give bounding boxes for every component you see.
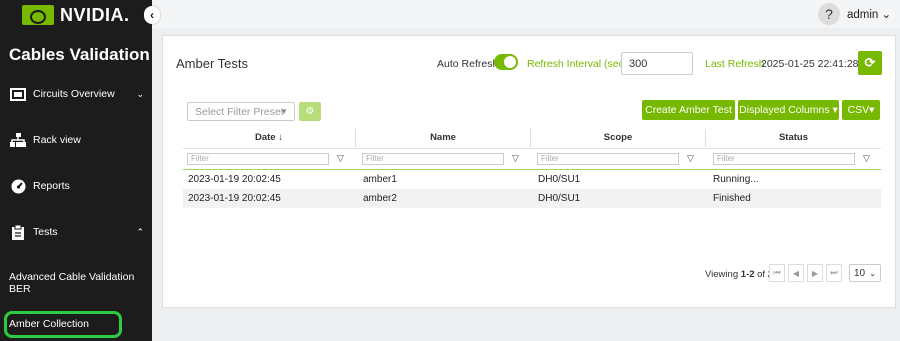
sidebar-subitem-advanced-cable-validation-ber[interactable]: Advanced Cable Validation BER	[9, 271, 152, 295]
last-refresh-label: Last Refresh	[705, 58, 765, 70]
sidebar-item-label: Rack view	[33, 134, 81, 146]
header-divider	[183, 148, 881, 149]
refresh-interval-label: Refresh Interval (sec)	[527, 58, 628, 70]
sidebar-item-rack-view[interactable]: Rack view	[0, 128, 152, 152]
filter-preset-placeholder: Select Filter Preset	[195, 105, 284, 118]
filter-icon[interactable]: ▽	[687, 153, 694, 164]
network-icon	[10, 133, 26, 147]
sidebar-item-label: Circuits Overview	[33, 88, 115, 100]
filter-icon[interactable]: ▽	[337, 153, 344, 164]
help-icon[interactable]: ?	[818, 3, 840, 25]
page-title: Amber Tests	[176, 56, 249, 71]
cell-status: Running...	[713, 174, 759, 185]
app-title: Cables Validation	[9, 45, 150, 64]
sidebar-item-label: Reports	[33, 180, 70, 192]
sidebar-item-circuits-overview[interactable]: Circuits Overview ⌄	[0, 82, 152, 106]
last-page-button[interactable]: ⏭	[826, 264, 842, 282]
cell-scope: DH0/SU1	[538, 193, 581, 204]
filter-input-date[interactable]: Filter	[187, 153, 329, 165]
monitor-icon	[10, 87, 26, 101]
filter-icon[interactable]: ▽	[512, 153, 519, 164]
user-menu[interactable]: admin ⌄	[847, 7, 891, 21]
nvidia-eye-icon	[22, 5, 54, 25]
auto-refresh-label: Auto Refresh	[437, 58, 499, 70]
csv-button[interactable]: CSV▾	[842, 100, 880, 120]
column-header-date[interactable]: Date ↓	[183, 132, 355, 146]
filter-input-name[interactable]: Filter	[362, 153, 504, 165]
cell-name: amber1	[363, 174, 397, 185]
page-size-select[interactable]: 10 ⌄	[849, 264, 881, 282]
table-row[interactable]: 2023-01-19 20:02:45 amber2 DH0/SU1 Finis…	[183, 189, 881, 208]
page-size-value: 10	[854, 267, 866, 279]
cell-status: Finished	[713, 193, 751, 204]
chevron-down-icon: ⌄	[869, 268, 876, 278]
viewing-range: 1-2	[740, 269, 755, 280]
column-header-name[interactable]: Name	[356, 132, 530, 146]
filter-settings-icon: ⚙	[305, 106, 315, 117]
viewing-prefix: Viewing	[705, 269, 741, 280]
filter-input-scope[interactable]: Filter	[537, 153, 679, 165]
create-amber-test-button[interactable]: Create Amber Test	[642, 100, 735, 120]
refresh-button[interactable]: ⟳	[858, 51, 882, 75]
topbar: ? admin ⌄	[152, 0, 900, 28]
chevron-up-icon: ⌃	[136, 226, 144, 237]
amber-tests-panel: Amber Tests Auto Refresh Refresh Interva…	[162, 35, 896, 308]
filter-preset-edit-button[interactable]: ⚙	[299, 102, 321, 121]
last-refresh-value: 2025-01-25 22:41:28	[761, 58, 859, 70]
caret-down-icon: ▼	[280, 107, 288, 116]
sidebar-item-reports[interactable]: Reports	[0, 174, 152, 198]
gauge-icon	[10, 179, 26, 193]
cell-scope: DH0/SU1	[538, 174, 581, 185]
next-page-button[interactable]: ▶	[807, 264, 823, 282]
displayed-columns-button[interactable]: Displayed Columns ▾	[738, 100, 839, 120]
sidebar: NVIDIA. Cables Validation Circuits Overv…	[0, 0, 152, 341]
cell-date: 2023-01-19 20:02:45	[188, 174, 281, 185]
brand-name: NVIDIA.	[60, 4, 130, 25]
table-row[interactable]: 2023-01-19 20:02:45 amber1 DH0/SU1 Runni…	[183, 170, 881, 189]
sidebar-item-tests[interactable]: Tests ⌃	[0, 220, 152, 244]
auto-refresh-toggle[interactable]	[494, 54, 518, 70]
cell-name: amber2	[363, 193, 397, 204]
chevron-left-icon[interactable]: ‹	[144, 6, 160, 24]
column-header-scope[interactable]: Scope	[531, 132, 705, 146]
first-page-button[interactable]: ⏮	[769, 264, 785, 282]
brand-logo[interactable]: NVIDIA.	[22, 5, 130, 25]
refresh-interval-input[interactable]	[621, 52, 693, 75]
refresh-icon: ⟳	[864, 55, 876, 70]
sidebar-item-label: Tests	[33, 226, 58, 238]
filter-input-status[interactable]: Filter	[713, 153, 855, 165]
prev-page-button[interactable]: ◀	[788, 264, 804, 282]
filter-icon[interactable]: ▽	[863, 153, 870, 164]
cell-date: 2023-01-19 20:02:45	[188, 193, 281, 204]
pagination-summary: Viewing 1-2 of 2	[705, 269, 773, 280]
clipboard-icon	[10, 224, 26, 240]
filter-preset-select[interactable]: Select Filter Preset ▼	[187, 102, 295, 121]
column-header-status[interactable]: Status	[706, 132, 881, 146]
chevron-down-icon: ⌄	[136, 88, 144, 99]
highlight-outline	[4, 311, 122, 338]
viewing-of: of	[754, 269, 768, 280]
